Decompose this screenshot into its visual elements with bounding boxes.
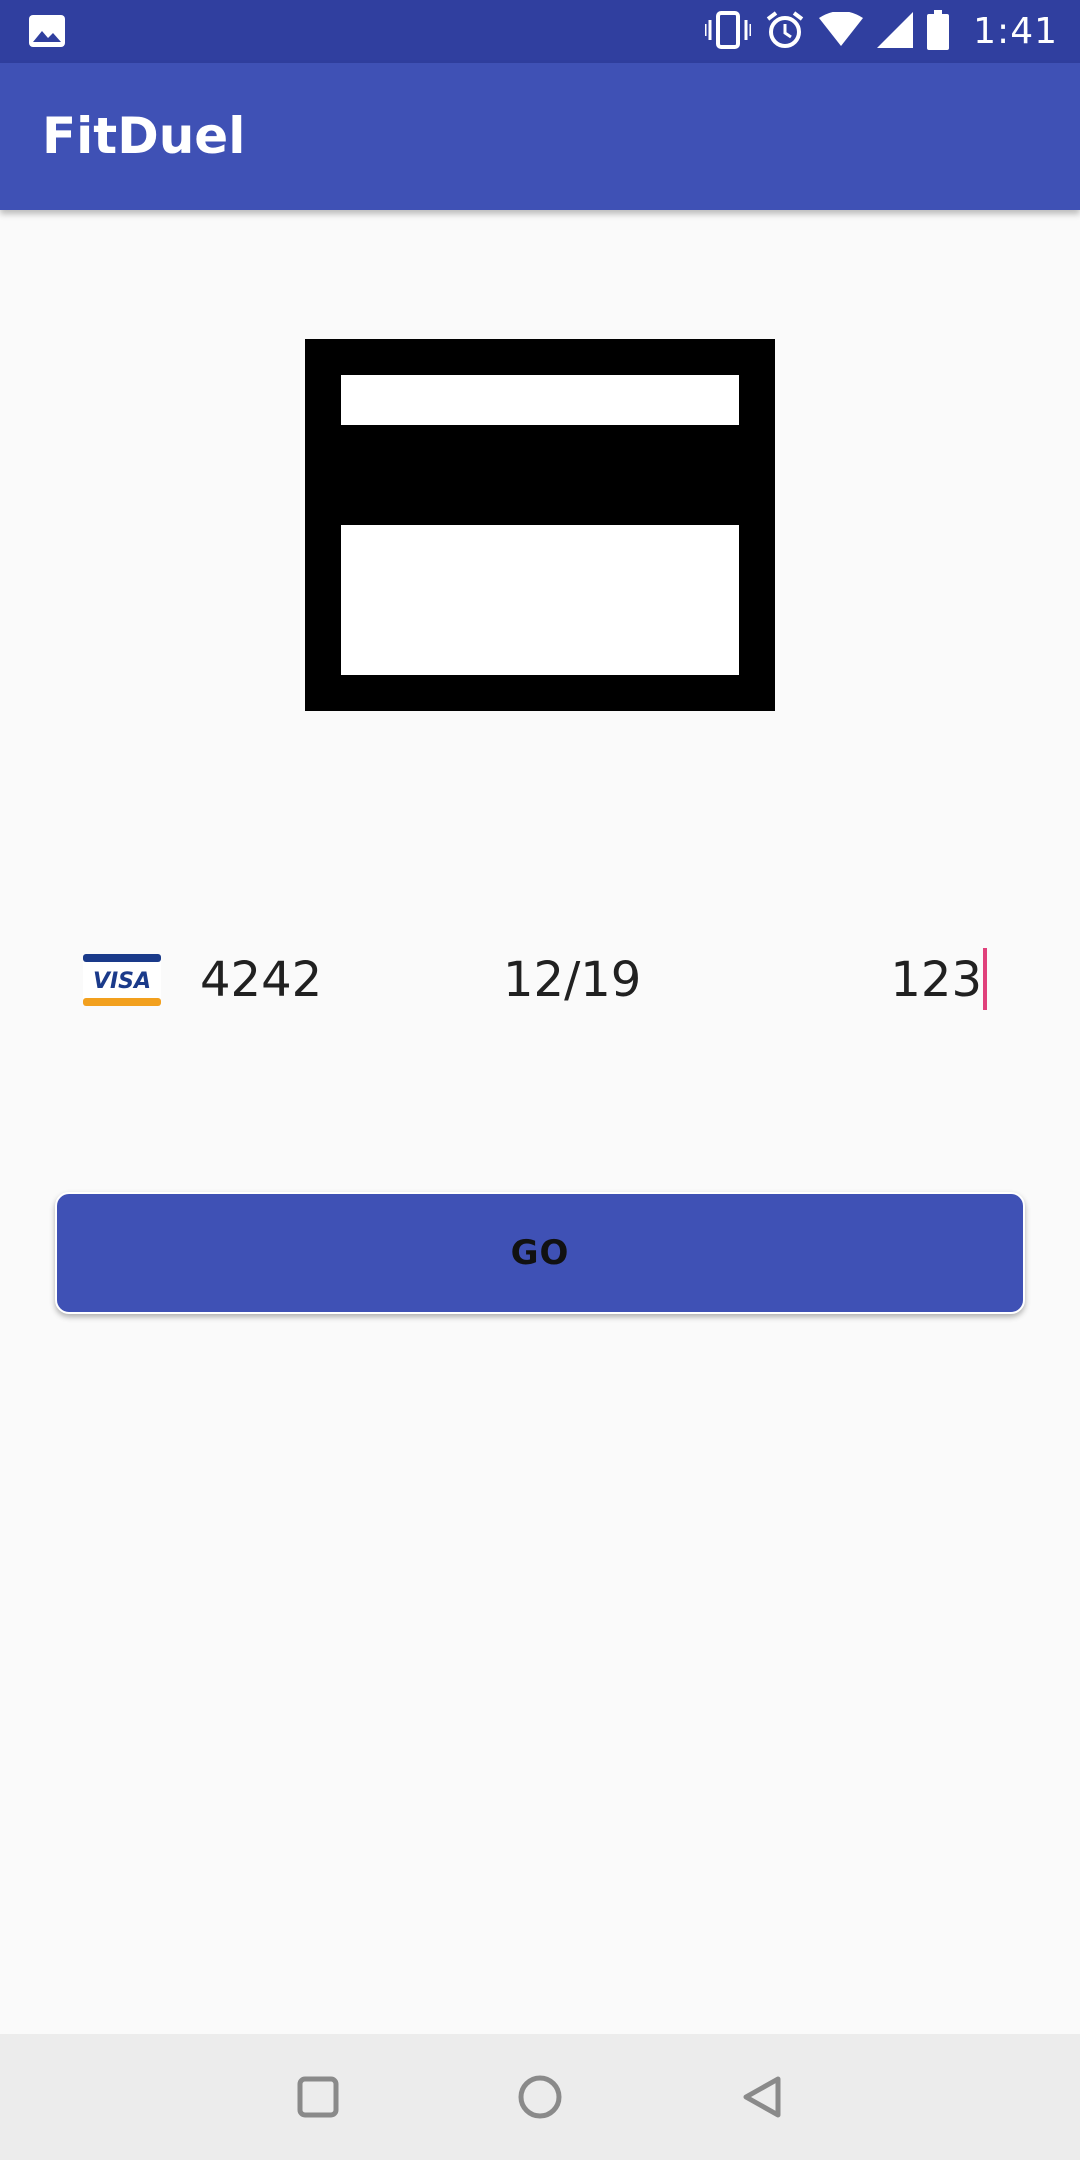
card-number-field[interactable]: 4242 xyxy=(200,948,420,1012)
status-time: 1:41 xyxy=(973,11,1058,52)
status-icons: 1:41 xyxy=(703,0,1058,63)
cvc-field[interactable]: 123 xyxy=(842,948,982,1012)
go-button-label: GO xyxy=(510,1233,570,1273)
expiry-field[interactable]: 12/19 xyxy=(503,948,703,1012)
back-icon[interactable] xyxy=(722,2062,802,2132)
home-icon[interactable] xyxy=(500,2062,580,2132)
status-bar: 1:41 xyxy=(0,0,1080,63)
app-title: FitDuel xyxy=(42,107,246,165)
recents-icon[interactable] xyxy=(278,2062,358,2132)
visa-card-icon: VISA xyxy=(83,954,161,1006)
image-icon xyxy=(28,14,66,48)
vibrate-icon xyxy=(703,10,753,54)
alarm-icon xyxy=(765,10,805,54)
cell-signal-icon xyxy=(877,11,914,52)
wifi-icon xyxy=(819,10,864,52)
app-bar: FitDuel xyxy=(0,63,1080,210)
go-button[interactable]: GO xyxy=(55,1192,1025,1314)
screen: 1:41 FitDuel VISA 4242 12/19 123 GO xyxy=(0,0,1080,2160)
text-cursor xyxy=(983,948,987,1010)
battery-icon xyxy=(927,9,950,54)
navigation-bar xyxy=(0,2034,1080,2160)
credit-card-icon xyxy=(305,339,775,711)
visa-brand-text: VISA xyxy=(93,969,151,994)
card-input-row: VISA 4242 12/19 123 xyxy=(0,940,1080,1020)
